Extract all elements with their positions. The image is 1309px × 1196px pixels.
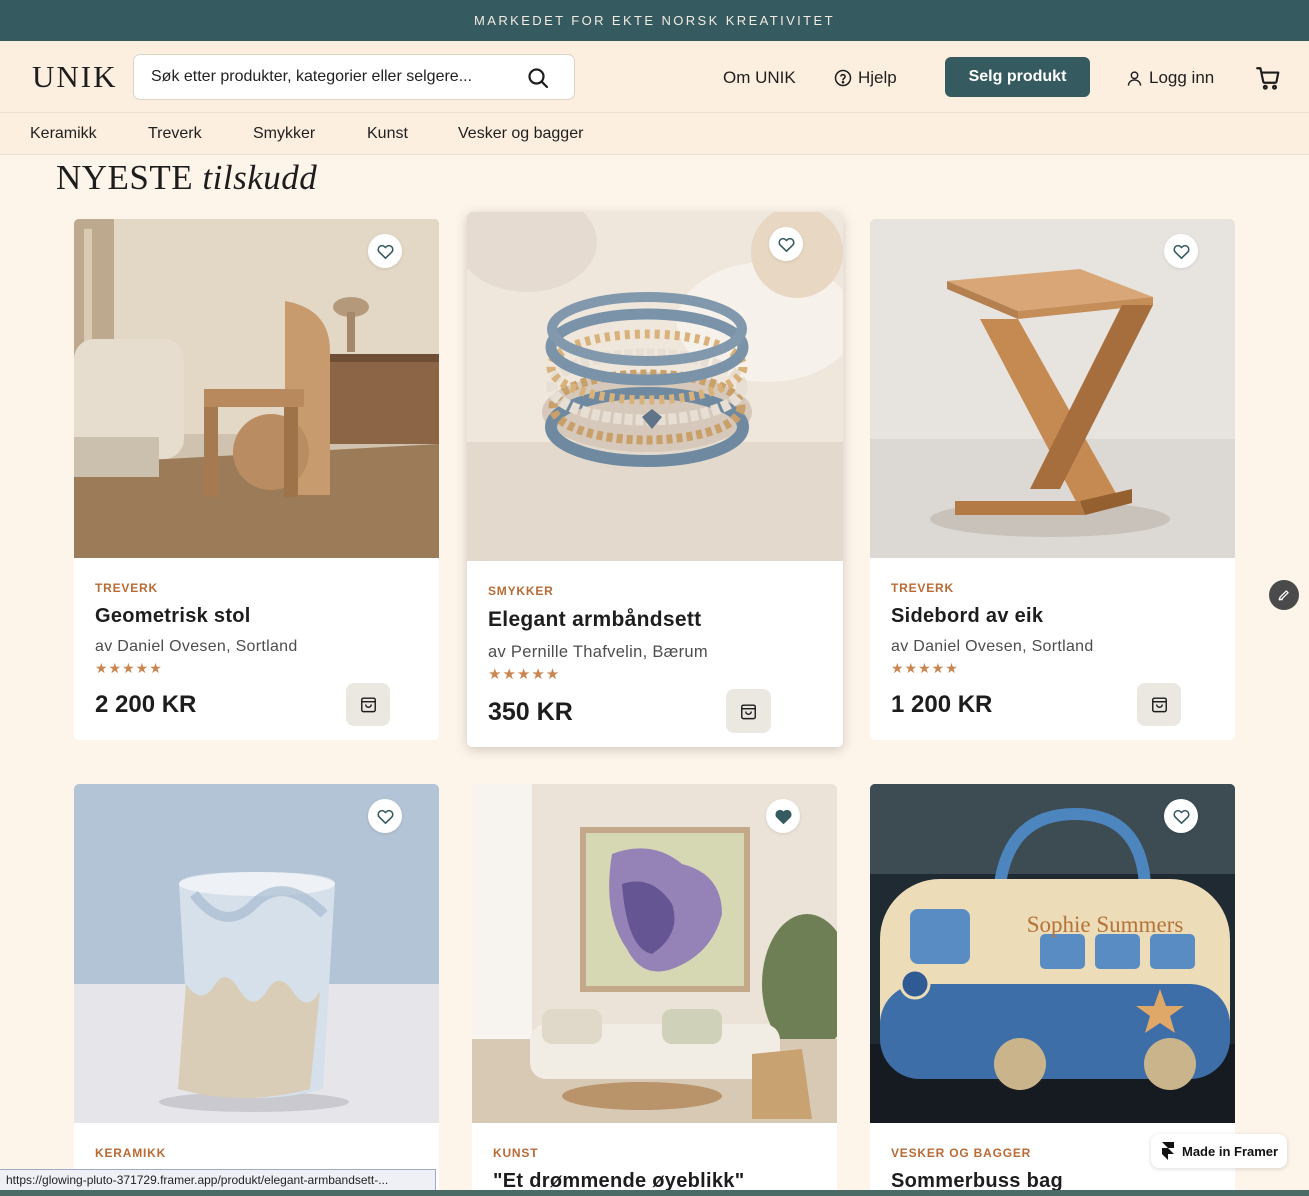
about-label: Om UNIK xyxy=(723,68,796,87)
product-rating: ★★★★★ xyxy=(95,660,163,676)
section-title: NYESTE tilskudd xyxy=(56,158,317,198)
favorite-button[interactable] xyxy=(1164,234,1198,268)
edit-button[interactable] xyxy=(1269,580,1299,610)
product-image[interactable]: Sophie Summers xyxy=(870,784,1235,1123)
product-price: 1 200 KR xyxy=(891,691,993,718)
add-to-cart-button[interactable] xyxy=(346,683,390,726)
category-smykker[interactable]: Smykker xyxy=(253,125,315,143)
framer-badge-label: Made in Framer xyxy=(1182,1143,1279,1159)
product-title[interactable]: Sidebord av eik xyxy=(891,605,1043,628)
made-in-framer-badge[interactable]: Made in Framer xyxy=(1151,1134,1287,1168)
status-bar-url: https://glowing-pluto-371729.framer.app/… xyxy=(0,1169,436,1191)
product-image[interactable] xyxy=(870,219,1235,558)
sell-product-button[interactable]: Selg produkt xyxy=(945,57,1090,97)
heart-icon-filled xyxy=(774,809,792,824)
favorite-button[interactable] xyxy=(766,799,800,833)
product-title[interactable]: Elegant armbåndsett xyxy=(488,608,701,632)
category-nav: Keramikk Treverk Smykker Kunst Vesker og… xyxy=(0,113,1309,155)
product-category: TREVERK xyxy=(95,581,158,595)
framer-logo-icon xyxy=(1162,1142,1174,1160)
add-to-cart-button[interactable] xyxy=(1137,683,1181,726)
bag-embroidery-text: Sophie Summers xyxy=(1027,912,1184,937)
favorite-button[interactable] xyxy=(769,227,803,261)
site-logo[interactable]: UNIK xyxy=(32,59,118,95)
product-category: SMYKKER xyxy=(488,584,554,598)
user-icon xyxy=(1127,70,1142,86)
category-keramikk[interactable]: Keramikk xyxy=(30,125,97,143)
search-input[interactable] xyxy=(151,68,521,86)
product-maker[interactable]: av Pernille Thafvelin, Bærum xyxy=(488,643,708,662)
favorite-button[interactable] xyxy=(368,234,402,268)
product-price: 2 200 KR xyxy=(95,691,197,718)
bottom-strip xyxy=(0,1190,1309,1196)
product-rating: ★★★★★ xyxy=(488,666,561,683)
product-rating: ★★★★★ xyxy=(891,660,959,676)
cart-icon[interactable] xyxy=(1255,65,1281,91)
category-treverk[interactable]: Treverk xyxy=(148,125,202,143)
search-bar xyxy=(133,54,575,100)
product-category: VESKER OG BAGGER xyxy=(891,1146,1032,1160)
product-image[interactable] xyxy=(74,784,439,1123)
product-card[interactable]: SMYKKER Elegant armbåndsett av Pernille … xyxy=(467,212,843,747)
search-icon[interactable] xyxy=(526,66,550,90)
favorite-button[interactable] xyxy=(1164,799,1198,833)
shopping-bag-icon xyxy=(741,703,756,719)
announcement-bar: MARKEDET FOR EKTE NORSK KREATIVITET xyxy=(0,0,1309,41)
product-image[interactable] xyxy=(467,212,843,561)
help-label: Hjelp xyxy=(858,68,897,87)
announcement-text: MARKEDET FOR EKTE NORSK KREATIVITET xyxy=(474,13,835,28)
product-title[interactable]: Geometrisk stol xyxy=(95,605,251,628)
about-link[interactable]: Om UNIK xyxy=(723,68,796,88)
section-title-main: NYESTE xyxy=(56,158,194,197)
help-icon xyxy=(834,69,852,87)
product-maker[interactable]: av Daniel Ovesen, Sortland xyxy=(891,638,1094,656)
product-category: KUNST xyxy=(493,1146,539,1160)
product-image[interactable] xyxy=(472,784,837,1123)
heart-icon xyxy=(376,809,394,824)
category-kunst[interactable]: Kunst xyxy=(367,125,408,143)
login-label: Logg inn xyxy=(1149,68,1215,87)
product-card[interactable]: KERAMIKK xyxy=(74,784,439,1196)
site-header: UNIK Om UNIK Hjelp Selg produkt Logg inn xyxy=(0,41,1309,113)
heart-icon xyxy=(1172,244,1190,259)
login-link[interactable]: Logg inn xyxy=(1126,68,1214,88)
product-card[interactable]: TREVERK Geometrisk stol av Daniel Ovesen… xyxy=(74,219,439,740)
product-price: 350 KR xyxy=(488,698,573,726)
add-to-cart-button[interactable] xyxy=(726,689,771,733)
favorite-button[interactable] xyxy=(368,799,402,833)
category-vesker-og-bagger[interactable]: Vesker og bagger xyxy=(458,125,583,143)
section-title-italic: tilskudd xyxy=(202,158,318,197)
edit-icon xyxy=(1278,590,1289,601)
heart-icon xyxy=(777,237,795,252)
product-category: KERAMIKK xyxy=(95,1146,167,1160)
heart-icon xyxy=(376,244,394,259)
product-maker[interactable]: av Daniel Ovesen, Sortland xyxy=(95,638,298,656)
help-link[interactable]: Hjelp xyxy=(834,68,897,88)
product-card[interactable]: KUNST "Et drømmende øyeblikk" xyxy=(472,784,837,1196)
shopping-bag-icon xyxy=(360,697,376,713)
product-category: TREVERK xyxy=(891,581,954,595)
product-image[interactable] xyxy=(74,219,439,558)
shopping-bag-icon xyxy=(1151,697,1167,713)
heart-icon xyxy=(1172,809,1190,824)
product-card[interactable]: TREVERK Sidebord av eik av Daniel Ovesen… xyxy=(870,219,1235,740)
